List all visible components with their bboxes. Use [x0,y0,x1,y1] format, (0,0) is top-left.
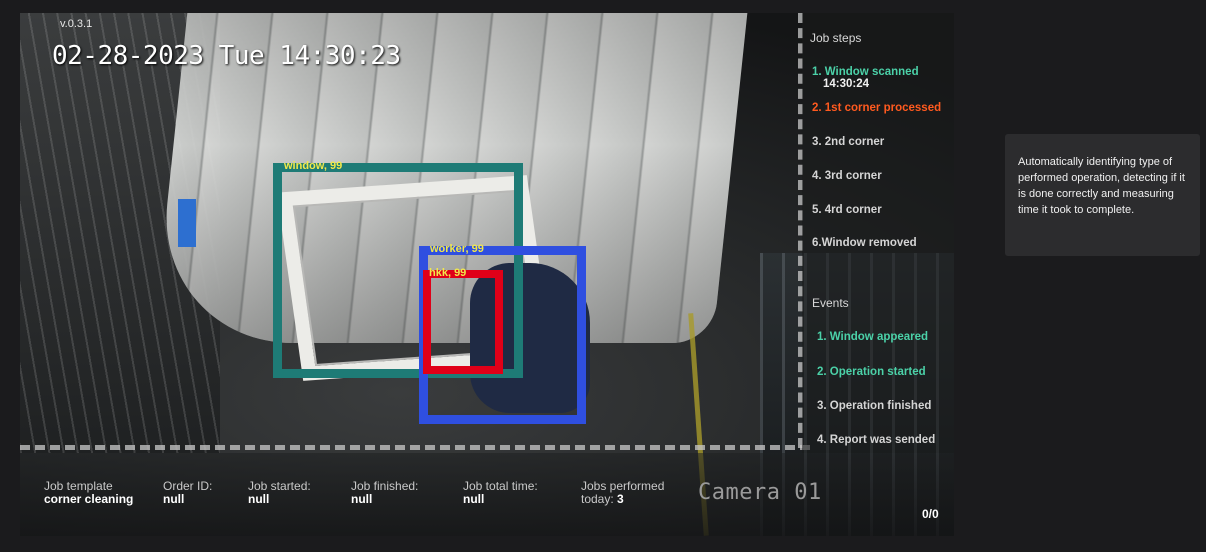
feature-description-text: Automatically identifying type of perfor… [1018,156,1185,216]
camera-name-label: Camera 01 [698,480,822,505]
job-step-5: 5. 4rd corner [812,204,882,216]
info-order-id-label: Order ID: [163,479,213,493]
info-job-total-time: Job total time: null [463,480,538,506]
info-job-template-label: Job template [44,479,113,493]
version-label: v.0.3.1 [60,18,93,30]
event-2: 2. Operation started [817,366,926,378]
job-step-1: 1. Window scanned 14:30:24 [812,66,919,90]
event-4: 4. Report was sended [817,434,936,446]
job-step-4: 4. 3rd corner [812,170,882,182]
info-job-finished: Job finished: null [351,480,418,506]
roi-dashed-line-horizontal [20,445,810,450]
info-jobs-performed: Jobs performed today: 3 [581,480,664,506]
job-status-panel: Job steps 1. Window scanned 14:30:24 2. … [802,13,954,453]
info-job-template: Job template corner cleaning [44,480,133,506]
feature-description-card: Automatically identifying type of perfor… [1005,134,1200,256]
job-step-label: 1. Window scanned [812,66,919,78]
info-job-started-value: null [248,492,270,506]
job-steps-title: Job steps [810,31,862,45]
info-job-finished-label: Job finished: [351,479,419,493]
job-step-6: 6.Window removed [812,237,917,249]
info-order-id-value: null [163,492,185,506]
detection-label-hkk: hkk, 99 [429,267,467,279]
job-step-time: 14:30:24 [823,78,870,90]
job-step-2: 2. 1st corner processed [812,102,942,114]
detection-label-worker: worker, 99 [430,243,484,255]
frame-counter: 0/0 [922,507,939,521]
event-1: 1. Window appeared [817,331,929,343]
event-3: 3. Operation finished [817,400,932,412]
detection-label-window: window, 99 [284,160,343,172]
info-job-total-time-value: null [463,492,485,506]
info-job-template-value: corner cleaning [44,492,134,506]
camera-timestamp: 02-28-2023 Tue 14:30:23 [52,41,401,71]
scene-blue-device [178,199,196,247]
info-job-started-label: Job started: [248,479,311,493]
info-jobs-performed-value: 3 [617,492,624,506]
events-title: Events [812,296,849,310]
info-order-id: Order ID: null [163,480,212,506]
job-step-3: 3. 2nd corner [812,136,885,148]
info-job-total-time-label: Job total time: [463,479,538,493]
info-jobs-performed-label-2: today: [581,492,614,506]
info-job-started: Job started: null [248,480,311,506]
camera-feed: v.0.3.1 02-28-2023 Tue 14:30:23 window, … [20,13,954,536]
detection-box-hkk: hkk, 99 [423,267,503,374]
info-job-finished-value: null [351,492,373,506]
page: v.0.3.1 02-28-2023 Tue 14:30:23 window, … [0,0,1206,552]
